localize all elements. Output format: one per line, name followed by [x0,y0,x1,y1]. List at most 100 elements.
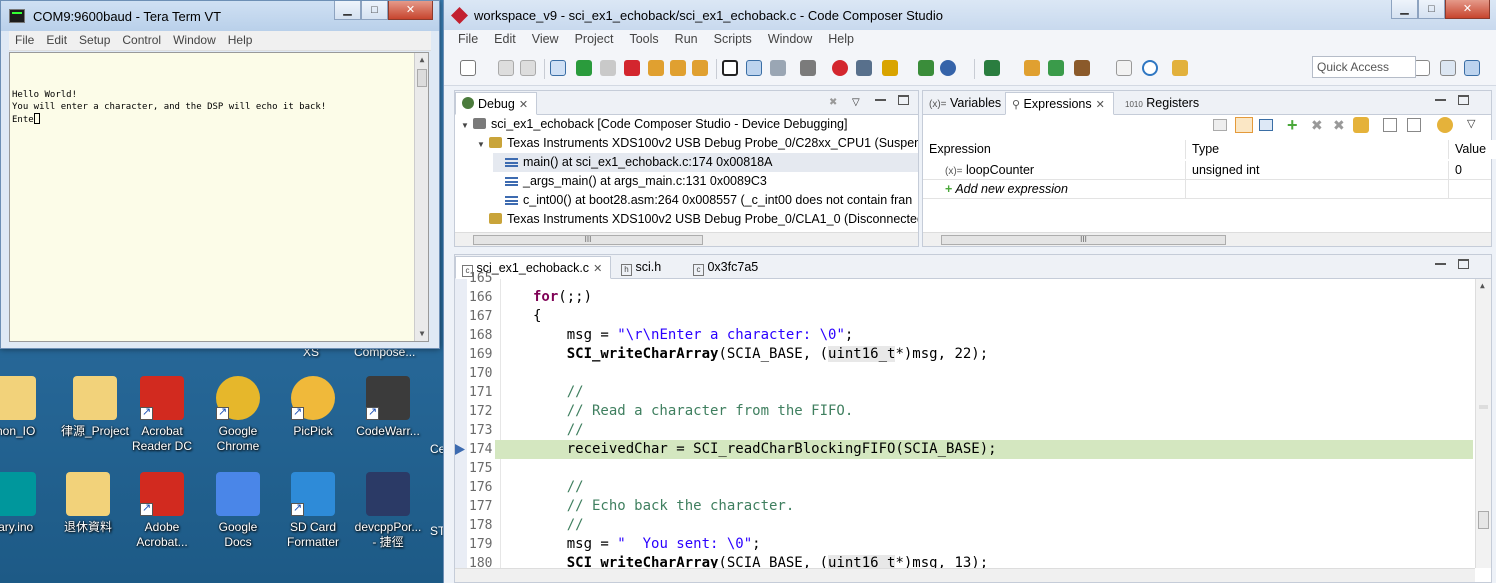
ccs-titlebar[interactable]: workspace_v9 - sci_ex1_echoback/sci_ex1_… [444,0,1496,30]
save-all-icon[interactable] [520,60,536,76]
build-config-icon[interactable] [984,60,1000,76]
run-icon[interactable] [918,60,934,76]
remove-expression-icon[interactable]: ✖ [1311,117,1323,134]
menu-file[interactable]: File [9,31,40,50]
menu-view[interactable]: View [524,30,567,50]
open-perspective-icon[interactable] [1414,60,1430,76]
code-line[interactable]: 168 msg = "\r\nEnter a character: \0"; [455,326,1473,345]
desktop-icon-chrome[interactable]: Google Chrome [200,376,276,454]
menu-project[interactable]: Project [567,30,622,50]
continuous-refresh-icon[interactable] [1437,117,1453,133]
load-program-icon[interactable] [800,60,816,76]
minimize-view-icon[interactable] [1435,260,1446,265]
terminal-scrollbar[interactable]: ▲ ▼ [414,53,428,341]
editor-vscroll[interactable]: ▲ [1475,279,1491,568]
code-line[interactable]: 165 [455,269,1473,288]
desktop-icon-arduino[interactable]: tary.ino [0,472,52,535]
save-icon[interactable] [498,60,514,76]
add-new-expression[interactable]: + Add new expression [923,180,1186,199]
code-line[interactable]: 177 // Echo back the character. [455,497,1473,516]
suspend-icon[interactable] [600,60,616,76]
debug-tree-item[interactable]: ▼ Texas Instruments XDS100v2 USB Debug Pr… [477,134,918,153]
connect-icon[interactable] [770,60,786,76]
current-code-line[interactable]: 174 receivedChar = SCI_readCharBlockingF… [455,440,1473,459]
scroll-up-arrow-icon[interactable]: ▲ [1480,281,1485,290]
desktop-icon-acrobat[interactable]: Acrobat Reader DC [124,376,200,454]
ccs-edit-perspective-icon[interactable] [1440,60,1456,76]
code-line[interactable]: 179 msg = " You sent: \0"; [455,535,1473,554]
menu-file[interactable]: File [450,30,486,50]
desktop-icon-devcpp[interactable]: devcppPor... - 捷徑 [350,472,426,550]
code-line[interactable]: 170 [455,364,1473,383]
menu-window[interactable]: Window [167,31,222,50]
restart-icon[interactable] [1048,60,1064,76]
close-tab-icon[interactable]: ✕ [1096,99,1105,111]
view-menu-icon[interactable]: ▽ [852,97,863,108]
tab-expressions[interactable]: ⚲ Expressions ✕ [1005,92,1114,115]
column-type[interactable]: Type [1186,140,1449,159]
column-expression[interactable]: Expression [923,140,1186,159]
minimize-view-icon[interactable] [1435,96,1446,101]
terminal-output[interactable]: Hello World! You will enter a character,… [9,52,429,342]
code-line[interactable]: 167 { [455,307,1473,326]
code-line[interactable]: 171 // [455,383,1473,402]
maximize-view-icon[interactable] [1458,95,1469,105]
debug-tree-item[interactable]: _args_main() at args_main.c:131 0x0089C3 [493,172,918,191]
maximize-button[interactable]: □ [1418,0,1445,19]
desktop-icon-acrobat[interactable]: Adobe Acrobat... [124,472,200,550]
maximize-button[interactable]: □ [361,1,388,20]
refresh-icon[interactable] [1353,117,1369,133]
column-value[interactable]: Value [1449,140,1496,159]
desktop-icon-picpick[interactable]: PicPick [275,376,351,439]
step-over-icon[interactable] [670,60,686,76]
teraterm-titlebar[interactable]: COM9:9600baud - Tera Term VT ▁ □ ✕ [1,1,439,31]
tab-variables[interactable]: (x)= Variables [923,92,1009,115]
menu-window[interactable]: Window [760,30,820,50]
desktop-icon-sdcard[interactable]: SD Card Formatter [275,472,351,550]
debug-icon[interactable] [940,60,956,76]
search-icon[interactable] [1142,60,1158,76]
step-return-icon[interactable] [692,60,708,76]
menu-scripts[interactable]: Scripts [706,30,760,50]
desktop-icon-folder[interactable]: thon_IO [0,376,52,439]
debug-perspective-icon[interactable] [1464,60,1480,76]
import-icon[interactable] [1383,118,1397,132]
terminate-icon[interactable] [624,60,640,76]
quick-access-input[interactable]: Quick Access [1312,56,1416,78]
scroll-thumb[interactable] [417,69,427,87]
export-icon[interactable] [1407,118,1421,132]
debug-view-icon[interactable] [746,60,762,76]
scroll-up-arrow-icon[interactable]: ▲ [415,53,429,67]
scroll-thumb[interactable]: III [473,235,703,245]
code-line[interactable]: 178 // [455,516,1473,535]
menu-help[interactable]: Help [222,31,259,50]
code-editor[interactable]: 165 166 for(;;) 167 {168 msg = "\r\nEnter a … [455,271,1491,582]
scroll-down-arrow-icon[interactable]: ▼ [415,327,429,341]
desktop-icon-codewarrior[interactable]: CodeWarr... [350,376,426,439]
menu-edit[interactable]: Edit [486,30,524,50]
scroll-thumb[interactable] [1478,511,1489,529]
tab-debug[interactable]: Debug ✕ [455,92,538,115]
step-assembly-icon[interactable] [1024,60,1040,76]
tab-registers[interactable]: 1010 Registers [1119,92,1207,115]
open-type-icon[interactable] [1116,60,1132,76]
code-line[interactable]: 172 // Read a character from the FIFO. [455,402,1473,421]
code-line[interactable]: 176 // [455,478,1473,497]
scroll-thumb[interactable]: III [941,235,1226,245]
debug-tree-item[interactable]: c_int00() at boot28.asm:264 0x008557 (_c… [493,191,918,210]
code-line[interactable]: 166 for(;;) [455,288,1473,307]
desktop-icon-folder[interactable]: 退休資料 [50,472,126,535]
desktop-icon-folder[interactable]: 律源_Project [57,376,133,439]
menu-run[interactable]: Run [667,30,706,50]
debug-tree-item[interactable]: ▼ sci_ex1_echoback [Code Composer Studio … [461,115,918,134]
view-menu-icon[interactable]: ▽ [1467,117,1475,130]
add-expression-row[interactable]: + Add new expression [923,180,1491,199]
menu-control[interactable]: Control [116,31,167,50]
menu-setup[interactable]: Setup [73,31,116,50]
close-button[interactable]: ✕ [388,1,433,20]
step-into-icon[interactable] [648,60,664,76]
reset-icon[interactable] [856,60,872,76]
layout-icon[interactable] [1259,119,1273,131]
remove-all-icon[interactable]: ✖ [1333,117,1345,134]
memory-grid-icon[interactable] [722,60,738,76]
